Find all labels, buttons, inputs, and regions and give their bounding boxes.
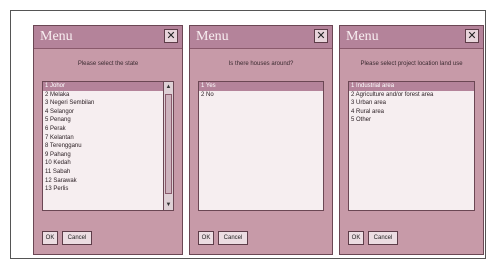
list-item[interactable]: 2 Agriculture and/or forest area — [349, 91, 474, 100]
list-item[interactable]: 9 Pahang — [43, 151, 173, 160]
scroll-down-icon[interactable]: ▼ — [164, 200, 173, 210]
close-icon[interactable]: ✕ — [465, 29, 479, 43]
prompt-text: Is there houses around? — [228, 61, 294, 67]
list-item-selected[interactable]: 1 Yes — [199, 82, 323, 91]
list-item[interactable]: 7 Kelantan — [43, 134, 173, 143]
ok-button[interactable]: OK — [198, 231, 214, 245]
list-item-selected[interactable]: 1 Johor — [43, 82, 173, 91]
list-item[interactable]: 8 Terengganu — [43, 142, 173, 151]
houses-listbox[interactable]: 1 Yes 2 No — [198, 81, 324, 211]
list-item[interactable]: 10 Kedah — [43, 159, 173, 168]
close-icon[interactable]: ✕ — [164, 29, 178, 43]
list-item[interactable]: 13 Perlis — [43, 185, 173, 194]
scroll-up-icon[interactable]: ▲ — [164, 82, 173, 92]
list-item[interactable]: 12 Sarawak — [43, 177, 173, 186]
vertical-scrollbar[interactable]: ▲ ▼ — [163, 82, 173, 210]
list-item[interactable]: 4 Rural area — [349, 108, 474, 117]
title-bar: Menu ✕ — [340, 26, 483, 49]
list-item[interactable]: 3 Urban area — [349, 99, 474, 108]
list-item[interactable]: 6 Perak — [43, 125, 173, 134]
list-item[interactable]: 2 No — [199, 91, 323, 100]
list-item[interactable]: 2 Melaka — [43, 91, 173, 100]
dialog-title: Menu — [40, 29, 73, 44]
prompt-text: Please select project location land use — [360, 61, 463, 67]
prompt-text: Please select the state — [77, 61, 139, 67]
dialog-title: Menu — [346, 29, 379, 44]
list-item[interactable]: 11 Sabah — [43, 168, 173, 177]
title-bar: Menu ✕ — [34, 26, 182, 49]
ok-button[interactable]: OK — [42, 231, 58, 245]
menu-dialog-houses: Menu ✕ Is there houses around? 1 Yes 2 N… — [189, 25, 333, 255]
menu-dialog-land-use: Menu ✕ Please select project location la… — [339, 25, 484, 255]
land-use-listbox[interactable]: 1 Industrial area 2 Agriculture and/or f… — [348, 81, 475, 211]
cancel-button[interactable]: Cancel — [218, 231, 248, 245]
ok-button[interactable]: OK — [348, 231, 364, 245]
cancel-button[interactable]: Cancel — [368, 231, 398, 245]
title-bar: Menu ✕ — [190, 26, 332, 49]
close-icon[interactable]: ✕ — [314, 29, 328, 43]
menu-dialog-state: Menu ✕ Please select the state 1 Johor 2… — [33, 25, 183, 255]
list-item[interactable]: 5 Penang — [43, 116, 173, 125]
figure-frame: Menu ✕ Please select the state 1 Johor 2… — [10, 10, 486, 259]
list-item-selected[interactable]: 1 Industrial area — [349, 82, 474, 91]
cancel-button[interactable]: Cancel — [62, 231, 92, 245]
list-item[interactable]: 5 Other — [349, 116, 474, 125]
list-item[interactable]: 3 Negeri Sembilan — [43, 99, 173, 108]
scrollbar-thumb[interactable] — [165, 94, 172, 194]
list-item[interactable]: 4 Selangor — [43, 108, 173, 117]
dialog-title: Menu — [196, 29, 229, 44]
state-listbox[interactable]: 1 Johor 2 Melaka 3 Negeri Sembilan 4 Sel… — [42, 81, 174, 211]
